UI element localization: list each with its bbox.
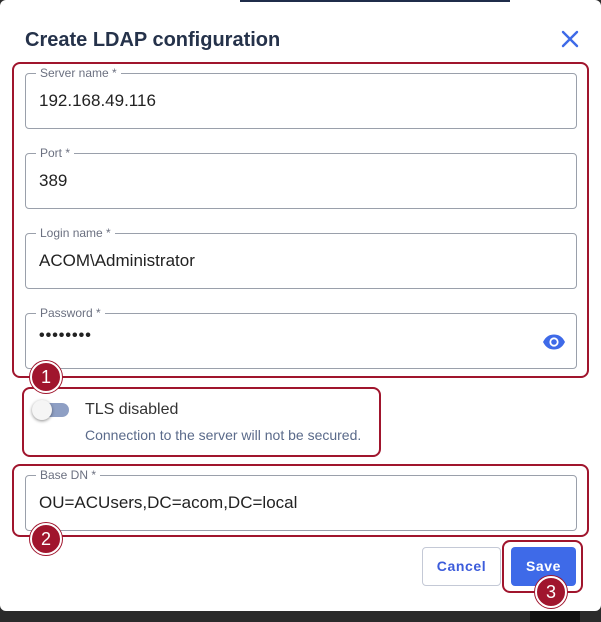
highlight-base-dn (12, 464, 589, 537)
callout-badge-3: 3 (535, 576, 567, 608)
background-fragment (530, 611, 580, 622)
close-icon[interactable] (558, 27, 582, 51)
highlight-tls (22, 387, 381, 457)
dialog-title: Create LDAP configuration (25, 29, 281, 51)
cancel-button[interactable]: Cancel (422, 547, 501, 586)
dialog-top-edge (240, 0, 510, 2)
highlight-credentials (12, 62, 589, 378)
callout-badge-2: 2 (30, 523, 62, 555)
callout-badge-1: 1 (30, 361, 62, 393)
